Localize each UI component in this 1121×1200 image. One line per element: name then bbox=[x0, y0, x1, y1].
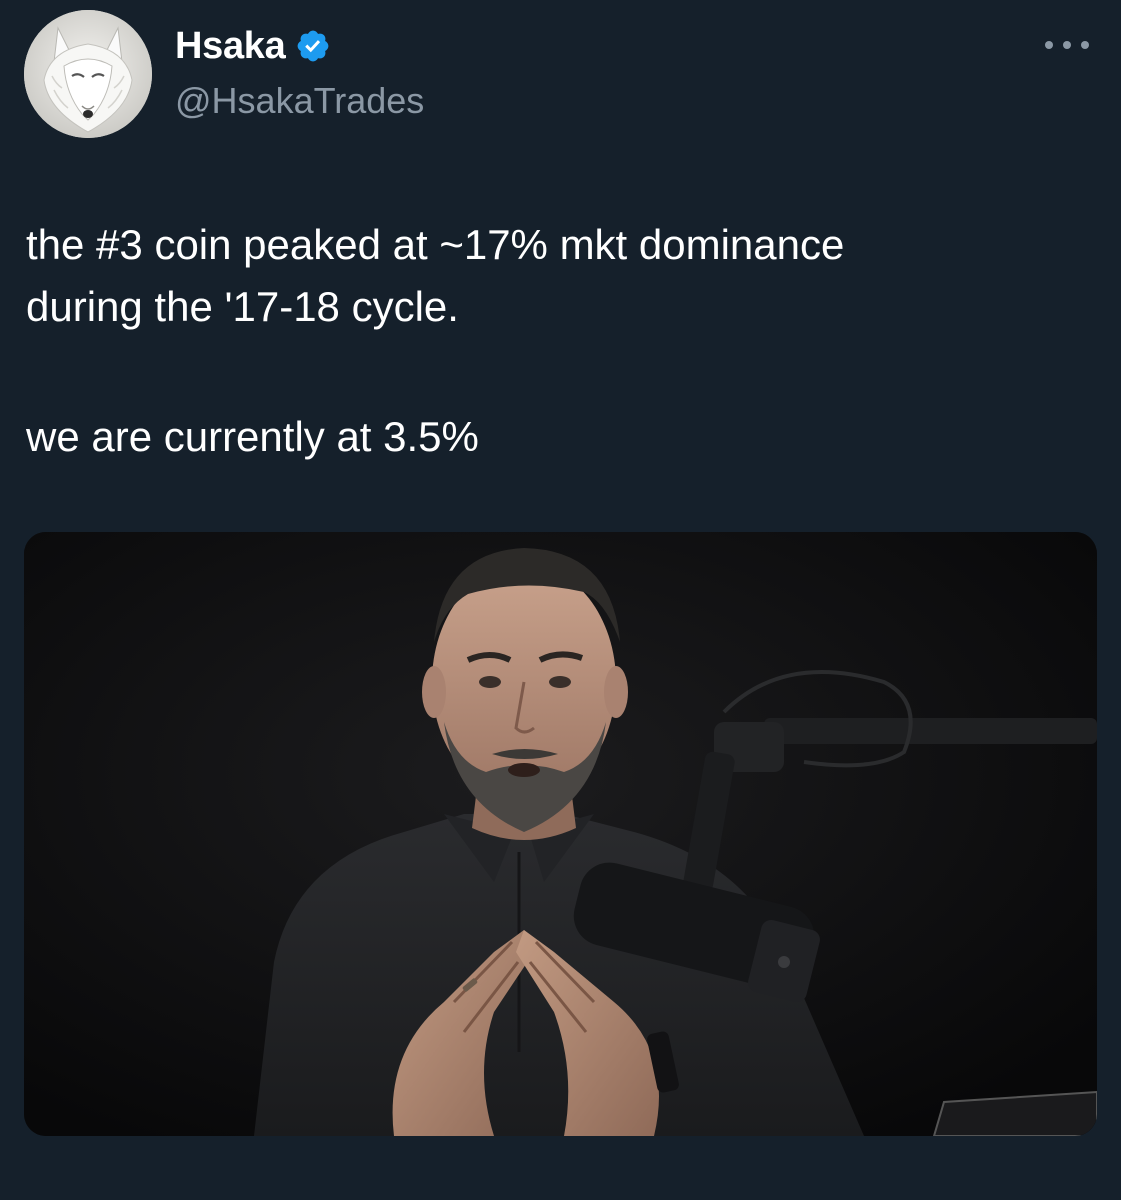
display-name[interactable]: Hsaka bbox=[175, 25, 286, 68]
user-handle[interactable]: @HsakaTrades bbox=[175, 80, 424, 122]
tweet-media-photo[interactable] bbox=[24, 532, 1097, 1136]
tweet-card: Hsaka @HsakaTrades the #3 coin peaked at… bbox=[0, 0, 1121, 1200]
tweet-text-line: we are currently at 3.5% bbox=[26, 413, 479, 460]
tweet-text-line: the #3 coin peaked at ~17% mkt dominance bbox=[26, 221, 845, 268]
man-at-podcast-microphone-image bbox=[24, 532, 1097, 1136]
more-options-icon[interactable] bbox=[1045, 30, 1089, 60]
white-wolf-avatar-icon bbox=[24, 10, 152, 138]
more-dot bbox=[1045, 41, 1053, 49]
author-name-row[interactable]: Hsaka bbox=[175, 24, 331, 68]
tweet-text-line: during the '17-18 cycle. bbox=[26, 283, 459, 330]
tweet-text: the #3 coin peaked at ~17% mkt dominance… bbox=[26, 214, 1086, 468]
verified-badge-icon[interactable] bbox=[295, 28, 331, 64]
avatar[interactable] bbox=[24, 10, 152, 138]
more-dot bbox=[1081, 41, 1089, 49]
more-dot bbox=[1063, 41, 1071, 49]
